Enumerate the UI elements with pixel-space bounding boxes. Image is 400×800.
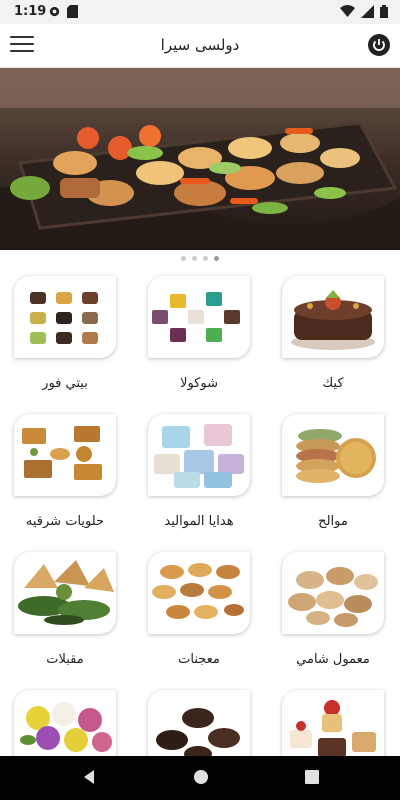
- home-icon[interactable]: [192, 768, 210, 786]
- banner-image: [0, 68, 400, 250]
- category-chocolate[interactable]: شوكولا: [134, 268, 254, 398]
- category-label: بيتي فور: [42, 376, 88, 391]
- category-flowers[interactable]: [0, 682, 120, 756]
- banner-slider[interactable]: [0, 68, 400, 250]
- category-image: [282, 552, 384, 634]
- app-bar: دولسى سيرا: [0, 24, 400, 68]
- category-label: معمول شامي: [296, 652, 370, 667]
- category-pastries[interactable]: معجنات: [134, 544, 254, 674]
- category-image: [282, 690, 384, 756]
- category-label: شوكولا: [180, 376, 218, 391]
- category-cake[interactable]: كيك: [268, 268, 388, 398]
- sd-card-icon: [67, 5, 78, 18]
- category-maamoul[interactable]: معمول شامي: [268, 544, 388, 674]
- status-time: 1:19: [14, 4, 47, 19]
- category-image: [148, 414, 250, 496]
- wifi-icon: [340, 5, 355, 17]
- category-mini-cakes[interactable]: [268, 682, 388, 756]
- category-chocolate-cakes[interactable]: [134, 682, 254, 756]
- banner-pager: [0, 252, 400, 264]
- category-image: [14, 690, 116, 756]
- category-image: [148, 552, 250, 634]
- system-nav-bar: [0, 756, 400, 800]
- settings-icon: [49, 6, 60, 17]
- category-image: [148, 276, 250, 358]
- back-icon[interactable]: [80, 768, 98, 786]
- power-icon: [373, 39, 385, 51]
- category-appetizers[interactable]: مقبلات: [0, 544, 120, 674]
- status-bar: 1:19: [0, 0, 400, 24]
- pager-dot[interactable]: [181, 255, 186, 261]
- pager-dot-active[interactable]: [214, 255, 219, 261]
- category-oriental-sweets[interactable]: حلويات شرقيه: [0, 406, 120, 536]
- recents-icon[interactable]: [303, 768, 321, 786]
- pager-dot[interactable]: [203, 255, 208, 261]
- category-savories[interactable]: موالح: [268, 406, 388, 536]
- pager-dot[interactable]: [192, 255, 197, 261]
- category-petit-four[interactable]: بيتي فور: [0, 268, 120, 398]
- category-label: مقبلات: [46, 652, 84, 667]
- category-image: [14, 276, 116, 358]
- category-label: كيك: [322, 376, 344, 391]
- category-image: [14, 552, 116, 634]
- category-image: [282, 276, 384, 358]
- category-baby-gifts[interactable]: هدايا المواليد: [134, 406, 254, 536]
- category-image: [148, 690, 250, 756]
- power-button[interactable]: [368, 34, 390, 56]
- page-title: دولسى سيرا: [160, 36, 240, 54]
- category-image: [282, 414, 384, 496]
- signal-icon: [361, 5, 374, 18]
- category-label: موالح: [318, 514, 348, 529]
- category-label: حلويات شرقيه: [25, 514, 105, 529]
- battery-icon: [380, 5, 388, 18]
- category-label: هدايا المواليد: [164, 514, 234, 529]
- category-label: معجنات: [178, 652, 220, 667]
- category-image: [14, 414, 116, 496]
